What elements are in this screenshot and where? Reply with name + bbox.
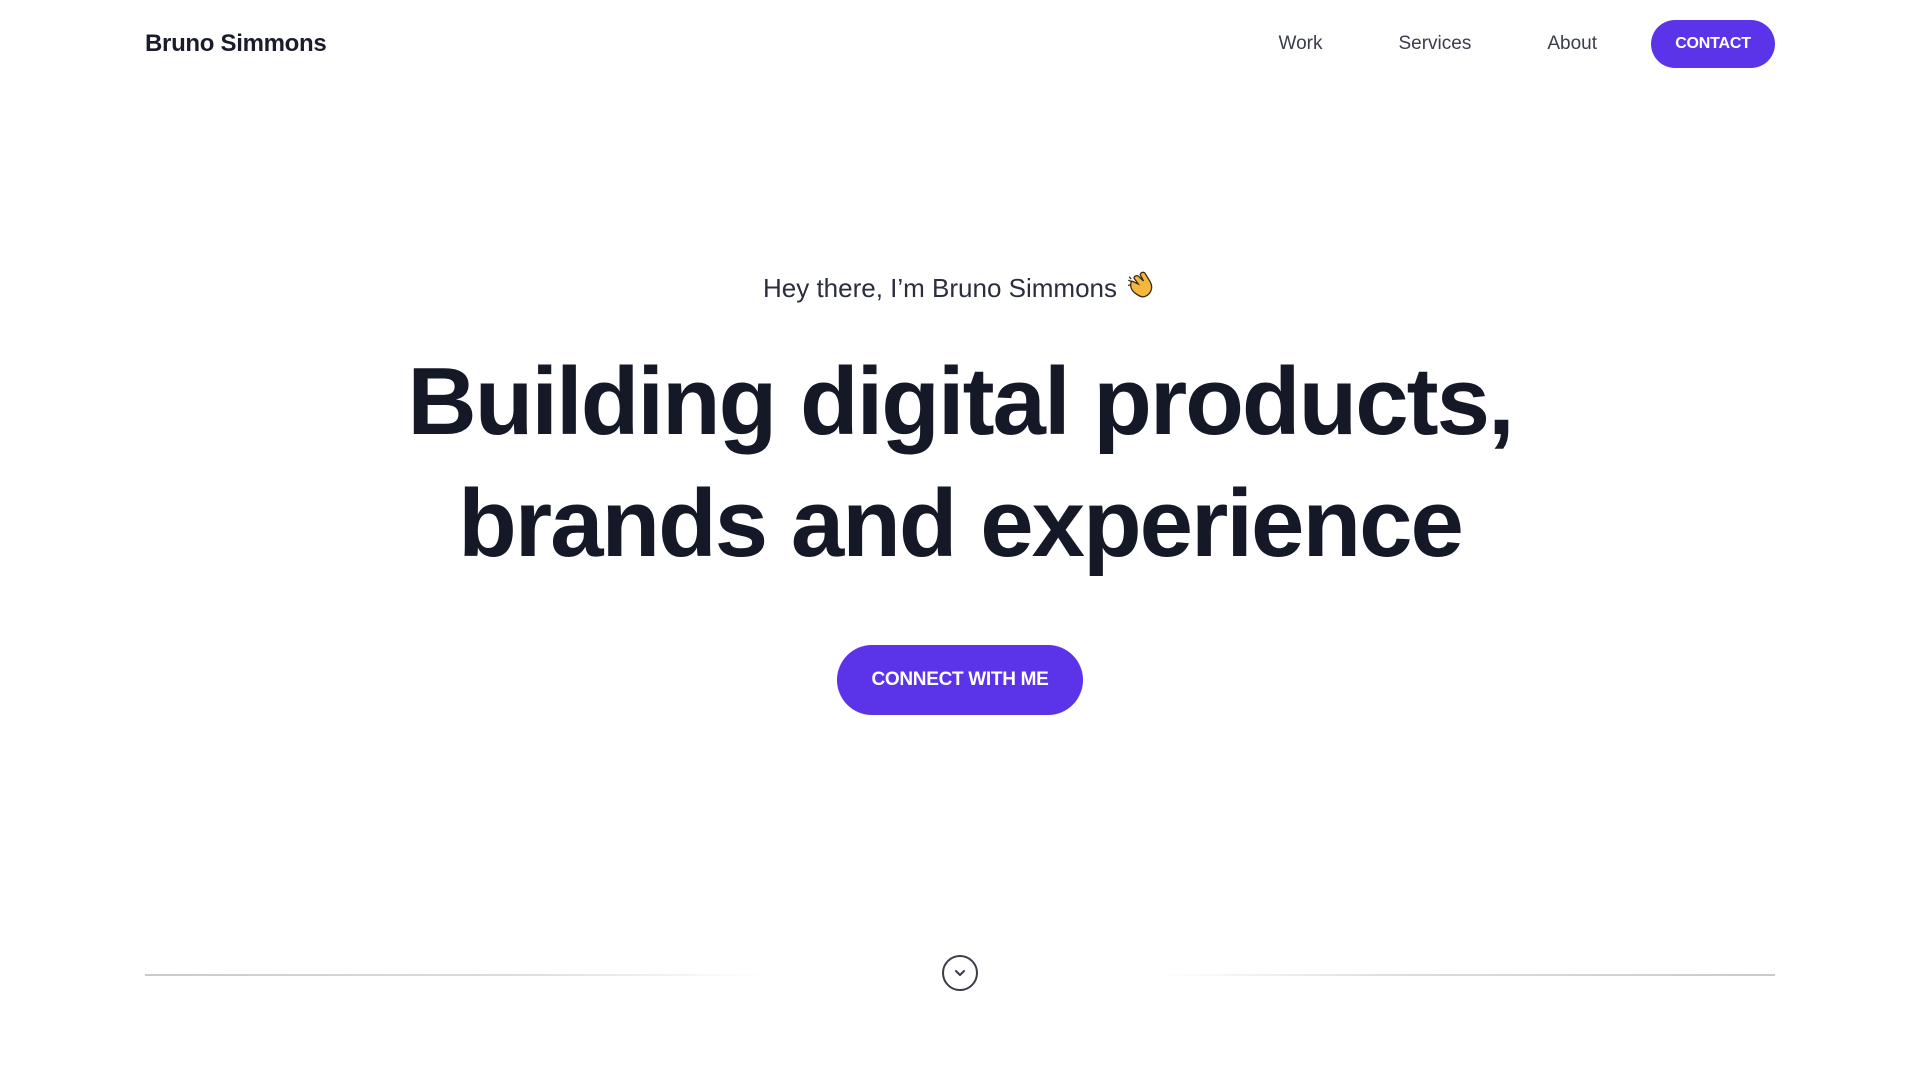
divider-line-left — [145, 974, 765, 976]
main-nav: Work Services About CONTACT — [1279, 20, 1775, 68]
hero-greeting: Hey there, I’m Bruno Simmons — [763, 270, 1157, 307]
site-header: Bruno Simmons Work Services About CONTAC… — [145, 20, 1775, 68]
clapping-hands-icon — [1122, 266, 1163, 311]
nav-link-work[interactable]: Work — [1279, 33, 1323, 55]
page: Bruno Simmons Work Services About CONTAC… — [0, 0, 1920, 1080]
scroll-down-button[interactable] — [942, 955, 978, 991]
contact-button[interactable]: CONTACT — [1651, 20, 1775, 68]
nav-link-about[interactable]: About — [1547, 33, 1597, 55]
nav-link-services[interactable]: Services — [1398, 33, 1471, 55]
scroll-divider — [145, 955, 1775, 995]
divider-line-right — [1155, 974, 1775, 976]
chevron-down-icon — [955, 970, 965, 976]
hero-headline: Building digital products, brands and ex… — [0, 341, 1920, 585]
headline-line-1: Building digital products, — [407, 348, 1514, 455]
connect-with-me-button[interactable]: CONNECT WITH ME — [837, 645, 1083, 715]
headline-line-2: brands and experience — [458, 470, 1464, 577]
greeting-text: Hey there, I’m Bruno Simmons — [762, 273, 1117, 303]
hero-section: Hey there, I’m Bruno Simmons Building di… — [0, 270, 1920, 715]
site-logo[interactable]: Bruno Simmons — [145, 30, 327, 58]
